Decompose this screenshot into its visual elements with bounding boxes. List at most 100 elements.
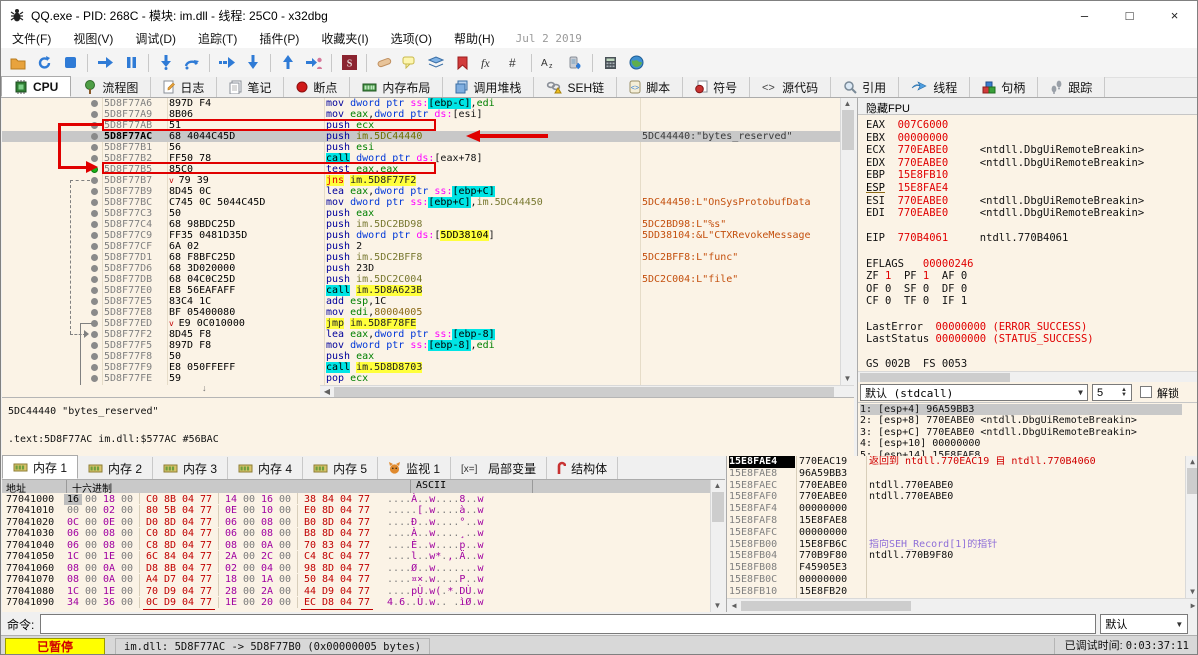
globe-button[interactable]	[624, 51, 648, 75]
register-line[interactable]: EIP 770B4061 ntdll.770B4061	[866, 232, 1196, 245]
step-out-button[interactable]	[241, 51, 265, 75]
dump-tab-内存 2[interactable]: 内存 2	[78, 457, 154, 479]
dump-row[interactable]: 77041040 06 00 08 00 C8 8D 04 77 08 00 0A 00 70 83 04 77…	[2, 539, 710, 552]
argument-row[interactable]: 4: [esp+10] 00000000	[860, 438, 1182, 449]
disasm-row[interactable]: 5D8F77B9 8D45 0C lea eax,dword ptr ss:[ebp…	[2, 186, 840, 197]
dump-row[interactable]: 77041080 1C 00 1E 00 70 D9 04 77 28 00 2A 00 44 D9 04 77…	[2, 585, 710, 598]
register-line[interactable]: OF 0 SF 0 DF 0	[866, 283, 1196, 296]
disasm-row[interactable]: 5D8F77F5 897D F8 mov dword ptr ss:[ebp-8],…	[2, 340, 840, 351]
register-line[interactable]: ESI 770EABE0 <ntdll.DbgUiRemoteBreakin>	[866, 195, 1196, 208]
dump-tab-内存 5[interactable]: 内存 5	[303, 457, 379, 479]
registers-horizontal-scrollbar[interactable]	[858, 371, 1197, 382]
dump-row[interactable]: 77041060 08 00 0A 00 D8 8B 04 77 02 00 04 00 98 8D 04 77…	[2, 562, 710, 575]
instruction-dot[interactable]	[91, 111, 98, 118]
unlock-checkbox[interactable]	[1140, 386, 1152, 398]
disasm-row[interactable]: 5D8F77F2 8D45 F8 lea eax,dword ptr ss:[ebp…	[2, 329, 840, 340]
instruction-dot[interactable]	[91, 276, 98, 283]
disasm-row[interactable]: 5D8F77FE 59 pop ecx	[2, 373, 840, 384]
dump-tab-结构体[interactable]: 结构体	[547, 457, 619, 479]
step-over-button[interactable]	[180, 51, 204, 75]
menu-item-3[interactable]: 调试(D)	[124, 29, 187, 48]
instruction-dot[interactable]	[91, 298, 98, 305]
instruction-dot[interactable]	[91, 210, 98, 217]
argument-count-spinner[interactable]: 5 ▲ ▼	[1092, 384, 1132, 401]
disasm-row[interactable]: 5D8F77B7 v 79 39 jns im.5D8F77F2	[2, 175, 840, 186]
disasm-row[interactable]: 5D8F77C9 FF35 0481D35D push dword ptr ds:[…	[2, 230, 840, 241]
menu-item-8[interactable]: 帮助(H)	[443, 29, 506, 48]
instruction-dot[interactable]	[91, 144, 98, 151]
tab-源代码[interactable]: <> 源代码	[750, 77, 832, 97]
instruction-dot[interactable]	[91, 342, 98, 349]
instruction-dot[interactable]	[91, 254, 98, 261]
dump-row[interactable]: 77041010 00 00 02 00 80 5B 04 77 0E 00 10 00 E0 8D 04 77…	[2, 504, 710, 518]
dump-tab-内存 1[interactable]: 内存 1	[2, 455, 79, 479]
disasm-row[interactable]: 5D8F77D6 68 3D020000 push 23D	[2, 263, 840, 274]
disasm-row[interactable]: 5D8F77E5 83C4 1C add esp,1C	[2, 296, 840, 307]
disasm-row[interactable]: 5D8F77C4 68 98BDC25D push im.5DC2BD98 5DC2B…	[2, 219, 840, 230]
register-line[interactable]: EDX 770EABE0 <ntdll.DbgUiRemoteBreakin>	[866, 157, 1196, 170]
register-line[interactable]	[866, 220, 1196, 233]
tab-调用堆栈[interactable]: 调用堆栈	[443, 77, 535, 97]
disasm-row[interactable]: 5D8F77A6 897D F4 mov dword ptr ss:[ebp-C],…	[2, 98, 840, 109]
tab-SEH链[interactable]: SEH链	[534, 77, 618, 97]
maximize-button[interactable]: □	[1107, 1, 1152, 29]
stack-pane[interactable]: 15E8FAE4 770EAC19 返回到 ntdll.770EAC19 自 ntd…	[726, 456, 1197, 612]
restart-button[interactable]	[32, 51, 56, 75]
pause-button[interactable]	[119, 51, 143, 75]
instruction-dot[interactable]	[91, 199, 98, 206]
instruction-dot[interactable]	[91, 320, 98, 327]
disasm-row[interactable]: 5D8F77ED v E9 0C010000 jmp im.5D8F78FE	[2, 318, 840, 329]
execute-till-return-button[interactable]	[276, 51, 300, 75]
register-line[interactable]: LastStatus 00000000 (STATUS_SUCCESS)	[866, 333, 1196, 346]
minimize-button[interactable]: –	[1062, 1, 1107, 29]
disasm-vertical-scrollbar[interactable]: ▲ ▼	[840, 98, 854, 385]
instruction-dot[interactable]	[91, 265, 98, 272]
instruction-dot[interactable]	[91, 309, 98, 316]
dump-row[interactable]: 77041090 34 00 36 00 0C D9 04 77 1E 00 20 00 EC D8 04 77…	[2, 596, 710, 610]
instruction-dot[interactable]	[91, 353, 98, 360]
command-scope-select[interactable]: 默认 ▼	[1100, 614, 1189, 634]
register-line[interactable]: ESP 15E8FAE4	[866, 182, 1196, 195]
dump-row[interactable]: 77041000 16 00 18 00 C0 8B 04 77 14 00 16 00 38 84 04 77…	[2, 493, 710, 506]
register-line[interactable]: LastError 00000000 (ERROR_SUCCESS)	[866, 321, 1196, 334]
tab-句柄[interactable]: 句柄	[970, 77, 1039, 97]
disasm-row[interactable]: 5D8F77D1 68 F8BFC25D push im.5DC2BFF8 5DC2B…	[2, 252, 840, 263]
run-to-user-code-button[interactable]	[302, 51, 326, 75]
argument-row[interactable]: 2: [esp+8] 770EABE0 <ntdll.DbgUiRemoteBr…	[860, 415, 1182, 426]
instruction-dot[interactable]	[91, 133, 98, 140]
calling-convention-select[interactable]: 默认 (stdcall) ▼	[860, 384, 1088, 401]
disasm-row[interactable]: 5D8F77BC C745 0C 5044C45D mov dword ptr ss…	[2, 197, 840, 208]
instruction-dot[interactable]	[91, 232, 98, 239]
comment-button[interactable]	[398, 51, 422, 75]
tab-跟踪[interactable]: 跟踪	[1038, 77, 1106, 97]
function-button[interactable]: fx	[476, 51, 500, 75]
disasm-row[interactable]: 5D8F77F9 E8 050FFEFF call im.5D8D8703	[2, 362, 840, 373]
dump-row[interactable]: 77041020 0C 00 0E 00 D0 8D 04 77 06 00 08 00 B0 8D 04 77…	[2, 516, 710, 529]
tab-符号[interactable]: 符号	[683, 77, 751, 97]
argument-row[interactable]: 3: [esp+C] 770EABE0 <ntdll.DbgUiRemoteBr…	[860, 427, 1182, 438]
run-to-cursor-button[interactable]	[215, 51, 239, 75]
dump-row[interactable]: 77041050 1C 00 1E 00 6C 84 04 77 2A 00 2C 00 C4 8C 04 77…	[2, 550, 710, 564]
tab-流程图[interactable]: 流程图	[71, 77, 152, 97]
dump-tab-内存 3[interactable]: 内存 3	[153, 457, 229, 479]
dump-row[interactable]: 77041070 08 00 0A 00 A4 D7 04 77 18 00 1A 00 50 84 04 77…	[2, 573, 710, 587]
run-button[interactable]	[93, 51, 117, 75]
menu-item-1[interactable]: 文件(F)	[1, 29, 62, 48]
disassembly-pane[interactable]: 5D8F77A6 897D F4 mov dword ptr ss:[ebp-C],…	[2, 98, 854, 385]
open-folder-button[interactable]	[6, 51, 30, 75]
tab-CPU[interactable]: CPU	[1, 76, 72, 97]
disasm-row[interactable]: 5D8F77B1 56 push esi	[2, 142, 840, 153]
instruction-dot[interactable]	[91, 331, 98, 338]
instruction-dot[interactable]	[91, 155, 98, 162]
tab-内存布局[interactable]: 内存布局	[350, 77, 444, 97]
assemble-button[interactable]: Az	[537, 51, 561, 75]
hex-dump-rows[interactable]: 77041000 16 00 18 00 C0 8B 04 77 14 00 16 00 38 84 04 77…	[2, 493, 710, 612]
hide-fpu-button[interactable]: 隐藏FPU	[858, 98, 1197, 115]
instruction-dot[interactable]	[91, 287, 98, 294]
register-line[interactable]: EBP 15E8FB10	[866, 169, 1196, 182]
patch-button[interactable]	[372, 51, 396, 75]
register-line[interactable]: GS 002B FS 0053	[866, 358, 1196, 371]
attach-button[interactable]	[563, 51, 587, 75]
instruction-dot[interactable]	[91, 221, 98, 228]
step-into-button[interactable]	[154, 51, 178, 75]
